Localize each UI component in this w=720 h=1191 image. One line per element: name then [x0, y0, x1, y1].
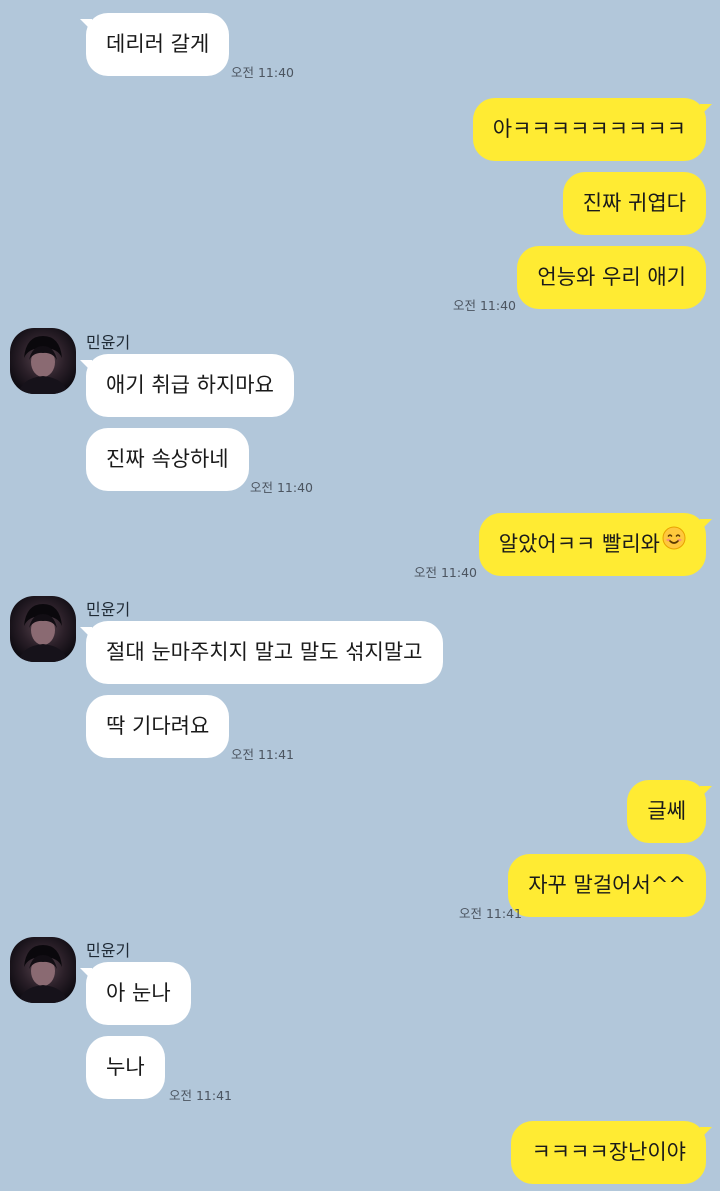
incoming-message-bubble[interactable]: 절대 눈마주치지 말고 말도 섞지말고	[80, 621, 443, 684]
avatar[interactable]	[10, 328, 76, 394]
message-timestamp: 오전 11:41	[169, 1088, 232, 1103]
outgoing-message-bubble[interactable]: 글쎄	[627, 780, 712, 843]
incoming-message-bubble[interactable]: 애기 취급 하지마요	[80, 354, 294, 417]
smiling-face-icon	[662, 512, 686, 575]
outgoing-message-bubble[interactable]: 알았어ㅋㅋ 빨리와	[478, 512, 713, 576]
avatar-photo	[18, 945, 68, 1003]
incoming-message-bubble[interactable]: 진짜 속상하네	[86, 428, 249, 491]
message-timestamp: 오전 11:40	[453, 298, 516, 313]
message-timestamp: 오전 11:41	[231, 747, 294, 762]
outgoing-message-bubble[interactable]: ㅋㅋㅋㅋ장난이야	[511, 1121, 712, 1184]
avatar[interactable]	[10, 596, 76, 662]
contact-name: 민윤기	[86, 941, 131, 960]
incoming-message-bubble[interactable]: 아 눈나	[80, 962, 191, 1025]
outgoing-message-bubble[interactable]: 언능와 우리 애기	[517, 246, 706, 309]
message-timestamp: 오전 11:40	[250, 480, 313, 495]
message-timestamp: 오전 11:41	[459, 906, 522, 921]
contact-name: 민윤기	[86, 333, 131, 352]
incoming-message-bubble[interactable]: 누나	[86, 1036, 165, 1099]
contact-name: 민윤기	[86, 600, 131, 619]
message-timestamp: 오전 11:40	[231, 65, 294, 80]
incoming-message-bubble[interactable]: 데리러 갈게	[79, 13, 230, 76]
avatar-photo	[18, 604, 68, 662]
avatar-photo	[18, 336, 68, 394]
outgoing-message-bubble[interactable]: 자꾸 말걸어서^^	[508, 854, 706, 917]
incoming-message-bubble[interactable]: 딱 기다려요	[86, 695, 230, 758]
outgoing-message-bubble[interactable]: 진짜 귀엽다	[562, 172, 706, 235]
message-text: 알았어ㅋㅋ 빨리와	[498, 532, 660, 556]
outgoing-message-bubble[interactable]: 아ㅋㅋㅋㅋㅋㅋㅋㅋㅋ	[472, 98, 713, 161]
avatar[interactable]	[10, 937, 76, 1003]
message-timestamp: 오전 11:40	[414, 565, 477, 580]
